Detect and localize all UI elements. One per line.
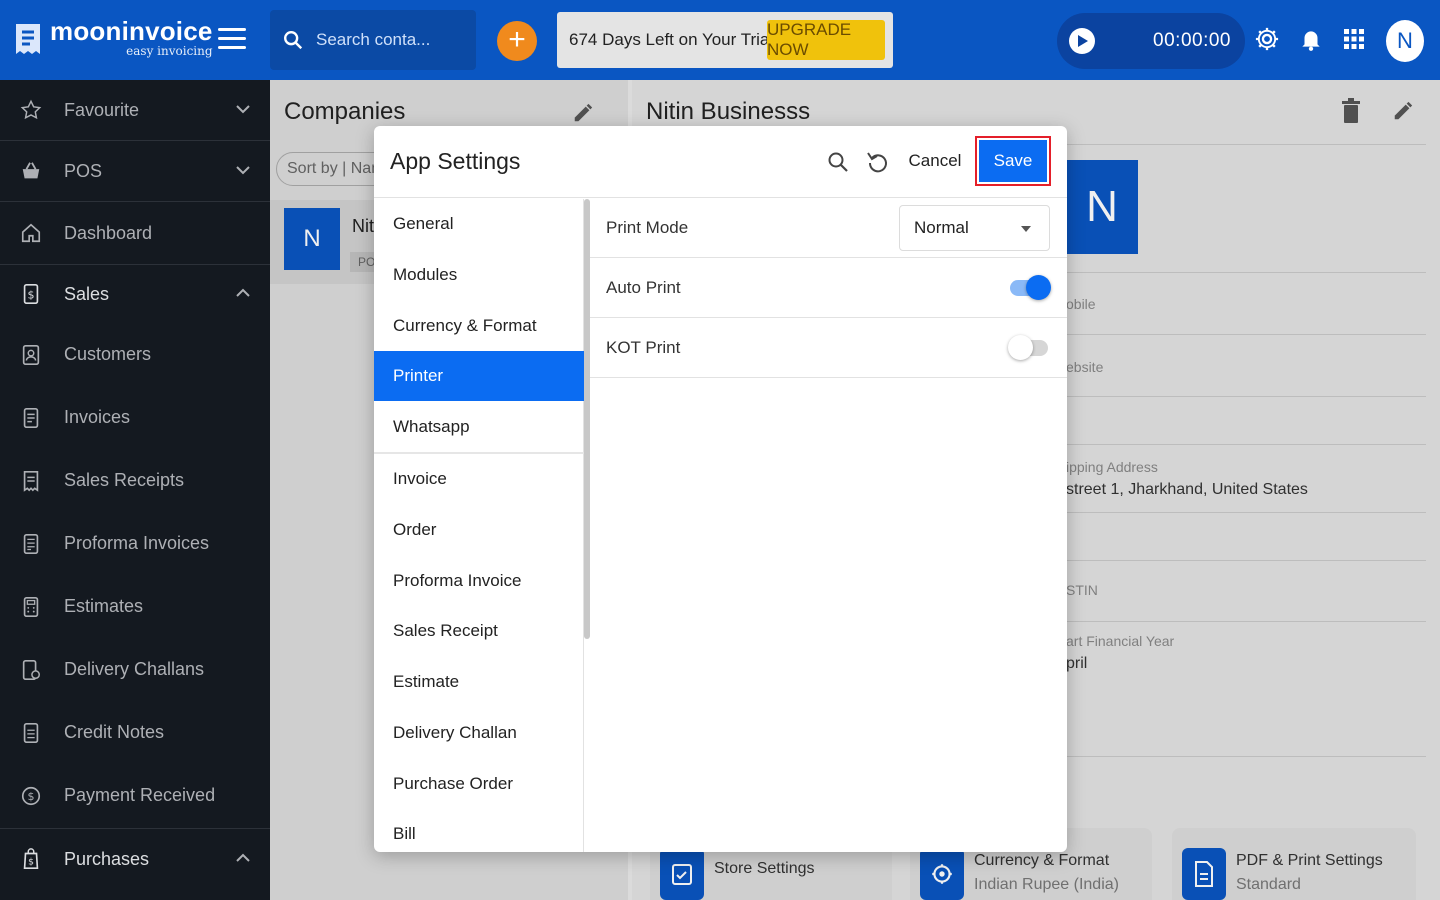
- save-button[interactable]: Save: [979, 140, 1047, 182]
- search-icon[interactable]: [826, 150, 850, 174]
- auto-print-label: Auto Print: [606, 278, 681, 297]
- print-mode-label: Print Mode: [606, 218, 689, 237]
- menu-toggle-icon[interactable]: [218, 28, 246, 52]
- menu-item-currency-format[interactable]: Currency & Format: [374, 301, 584, 351]
- play-icon[interactable]: [1069, 28, 1095, 54]
- app-logo[interactable]: mooninvoice easy invoicing: [12, 18, 213, 58]
- logo-title: mooninvoice: [50, 16, 213, 46]
- apps-grid-icon[interactable]: [1339, 24, 1369, 54]
- menu-item-modules[interactable]: Modules: [374, 250, 584, 300]
- menu-item-invoice[interactable]: Invoice: [374, 454, 584, 504]
- dialog-header: App Settings Cancel Save: [374, 126, 1067, 198]
- menu-item-sales-receipt[interactable]: Sales Receipt: [374, 606, 584, 656]
- dropdown-caret-icon: [1021, 226, 1031, 232]
- cancel-button[interactable]: Cancel: [904, 140, 966, 182]
- dialog-title: App Settings: [390, 148, 521, 174]
- printer-settings-panel: Print Mode Normal Auto Print KOT Print: [590, 199, 1067, 852]
- menu-item-printer[interactable]: Printer: [374, 351, 584, 401]
- kot-print-label: KOT Print: [606, 338, 681, 357]
- auto-print-toggle[interactable]: [1010, 272, 1051, 302]
- logo-subtitle: easy invoicing: [126, 44, 213, 58]
- menu-item-order[interactable]: Order: [374, 505, 584, 555]
- search-box: [270, 10, 476, 70]
- app-settings-dialog: App Settings Cancel Save General Modules…: [374, 126, 1067, 852]
- menu-item-delivery-challan[interactable]: Delivery Challan: [374, 708, 584, 758]
- settings-gear-icon[interactable]: [1252, 24, 1282, 54]
- notifications-bell-icon[interactable]: [1296, 24, 1326, 54]
- menu-item-general[interactable]: General: [374, 199, 584, 249]
- logo-icon: [16, 24, 40, 54]
- search-input[interactable]: [316, 30, 466, 50]
- kot-print-toggle[interactable]: [1008, 332, 1050, 362]
- menu-item-bill[interactable]: Bill: [374, 809, 584, 852]
- settings-menu: General Modules Currency & Format Printe…: [374, 199, 584, 852]
- trial-banner: 674 Days Left on Your Trial UPGRADE NOW: [557, 12, 893, 68]
- upgrade-button[interactable]: UPGRADE NOW: [767, 20, 885, 60]
- auto-print-row: Auto Print: [590, 259, 1067, 318]
- save-button-highlight: Save: [975, 136, 1051, 186]
- top-bar: mooninvoice easy invoicing + 674 Days Le…: [0, 0, 1440, 80]
- print-mode-select[interactable]: Normal: [899, 205, 1050, 251]
- search-icon: [284, 31, 303, 50]
- add-button[interactable]: +: [497, 21, 537, 61]
- print-mode-row: Print Mode Normal: [590, 199, 1067, 258]
- kot-print-row: KOT Print: [590, 319, 1067, 378]
- refresh-icon[interactable]: [866, 150, 890, 174]
- print-mode-value: Normal: [914, 218, 969, 237]
- menu-item-whatsapp[interactable]: Whatsapp: [374, 402, 584, 452]
- menu-item-proforma-invoice[interactable]: Proforma Invoice: [374, 556, 584, 606]
- menu-item-estimate[interactable]: Estimate: [374, 657, 584, 707]
- menu-item-purchase-order[interactable]: Purchase Order: [374, 759, 584, 809]
- timer-value: 00:00:00: [1153, 30, 1231, 51]
- timer-widget: 00:00:00: [1057, 13, 1245, 69]
- user-avatar[interactable]: N: [1386, 20, 1424, 62]
- trial-text: 674 Days Left on Your Trial: [569, 30, 774, 49]
